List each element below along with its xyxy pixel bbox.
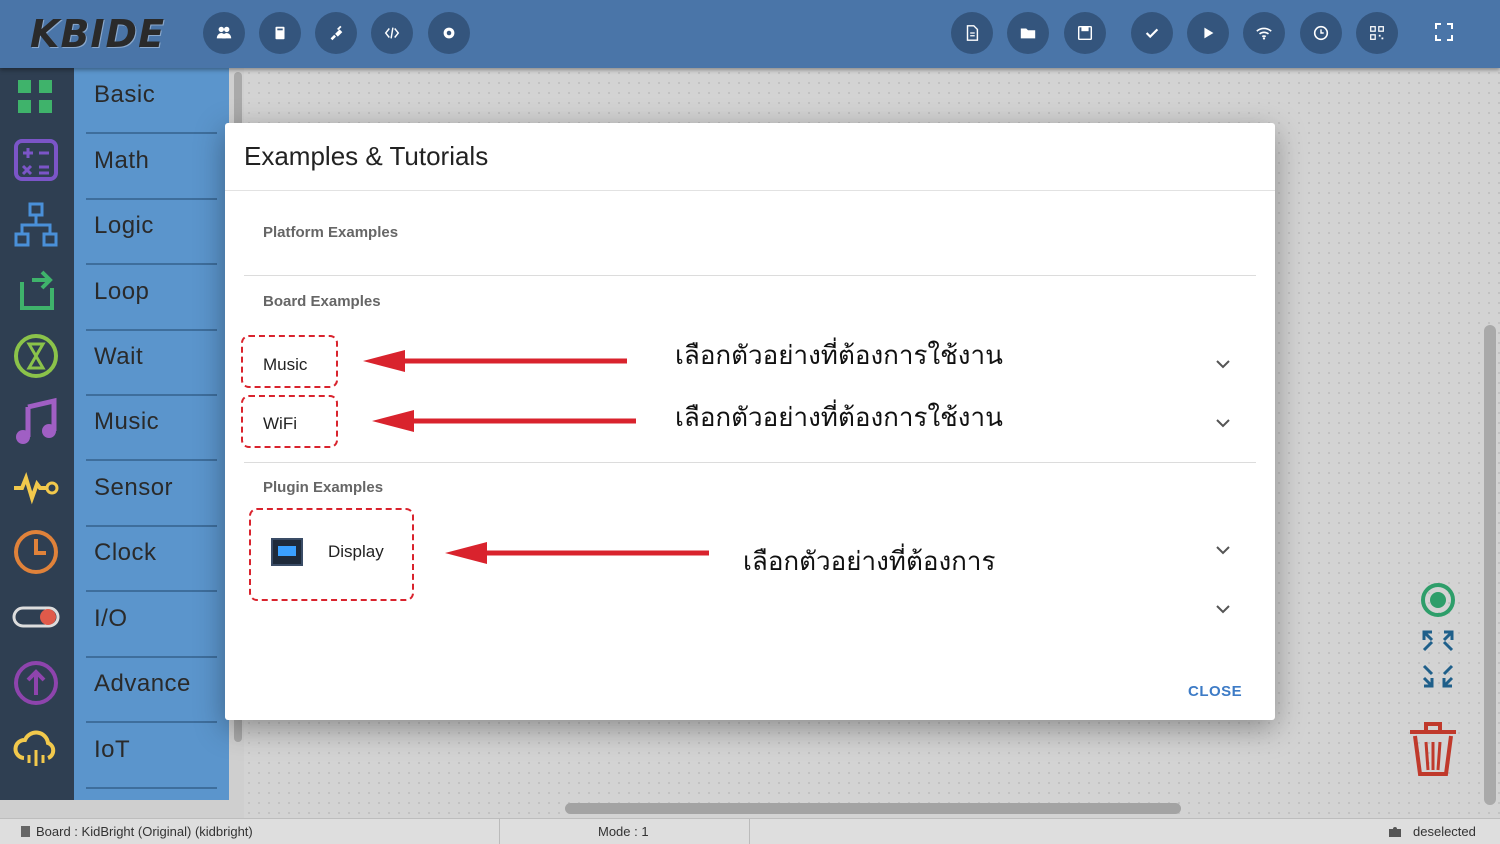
highlight-box-display — [249, 508, 414, 601]
category-label: Advance — [94, 670, 191, 697]
plugin-examples-heading: Plugin Examples — [263, 479, 384, 496]
status-bar: Board : KidBright (Original) (kidbright)… — [0, 818, 1500, 844]
chevron-down-icon[interactable] — [1215, 359, 1231, 369]
play-icon — [1204, 27, 1214, 39]
qr-icon — [1370, 26, 1384, 40]
arrow-left-icon — [445, 542, 709, 564]
annotation-note-wifi: เลือกตัวอย่างที่ต้องการใช้งาน — [675, 403, 1003, 433]
chevron-down-icon[interactable] — [1215, 418, 1231, 428]
close-button[interactable]: CLOSE — [1188, 683, 1242, 700]
sensor-wave-icon[interactable] — [12, 462, 60, 510]
app-logo: KBIDE — [30, 12, 166, 56]
fullscreen-icon[interactable] — [1434, 22, 1454, 42]
check-icon — [1145, 28, 1159, 39]
category-label: Wait — [94, 343, 144, 370]
arrow-left-icon — [372, 410, 636, 432]
selection-status: deselected — [1413, 824, 1476, 839]
title-divider — [225, 190, 1275, 191]
chevron-down-icon[interactable] — [1215, 545, 1231, 555]
section-divider — [244, 462, 1256, 463]
category-label: Sensor — [94, 474, 174, 501]
center-target-icon[interactable] — [1420, 582, 1456, 618]
open-folder-button[interactable] — [1007, 12, 1049, 54]
people-icon — [216, 26, 232, 39]
verify-button[interactable] — [1131, 12, 1173, 54]
top-toolbar: KBIDE — [0, 0, 1500, 68]
workspace-horizontal-scrollbar[interactable] — [565, 803, 1181, 814]
open-folder-icon — [1020, 28, 1036, 39]
code-button[interactable] — [371, 12, 413, 54]
plugin-button[interactable] — [315, 12, 357, 54]
trash-icon[interactable] — [1408, 720, 1458, 778]
save-button[interactable] — [1064, 12, 1106, 54]
category-label: I/O — [94, 605, 128, 632]
chevron-down-icon[interactable] — [1215, 604, 1231, 614]
new-file-icon — [966, 25, 979, 41]
grid-icon[interactable] — [12, 72, 60, 120]
calculator-icon[interactable] — [12, 136, 60, 184]
dialog-title: Examples & Tutorials — [244, 141, 489, 171]
category-advance[interactable]: Advance — [86, 657, 217, 723]
category-wait[interactable]: Wait — [86, 330, 217, 396]
settings-button[interactable] — [428, 12, 470, 54]
timer-button[interactable] — [1300, 12, 1342, 54]
category-io[interactable]: I/O — [86, 592, 217, 658]
annotation-note-music: เลือกตัวอย่างที่ต้องการใช้งาน — [675, 341, 1003, 371]
category-clock[interactable]: Clock — [86, 526, 217, 592]
board-icon — [275, 26, 285, 40]
category-label: Basic — [94, 81, 156, 108]
wifi-icon — [1256, 27, 1272, 40]
category-sensor[interactable]: Sensor — [86, 461, 217, 527]
hierarchy-icon[interactable] — [12, 201, 60, 249]
category-label: IoT — [94, 736, 131, 763]
cloud-icon[interactable] — [12, 724, 60, 772]
board-examples-heading: Board Examples — [263, 293, 381, 310]
zoom-in-icon[interactable] — [1420, 628, 1456, 654]
category-logic[interactable]: Logic — [86, 199, 217, 265]
wifi-button[interactable] — [1243, 12, 1285, 54]
category-label: Math — [94, 147, 150, 174]
plugin-icon — [330, 25, 343, 41]
category-basic[interactable]: Basic — [86, 68, 217, 134]
category-label: Logic — [94, 212, 154, 239]
category-loop[interactable]: Loop — [86, 265, 217, 331]
section-divider — [244, 275, 1256, 276]
run-button[interactable] — [1187, 12, 1229, 54]
category-label: Clock — [94, 539, 157, 566]
toggle-icon[interactable] — [12, 593, 60, 641]
arrow-left-icon — [363, 350, 627, 372]
category-list: Basic Math Logic Loop Wait Music Sensor … — [74, 68, 229, 800]
code-icon — [384, 27, 400, 39]
hourglass-icon[interactable] — [12, 332, 60, 380]
puzzle-piece-icon — [1389, 827, 1401, 837]
zoom-out-icon[interactable] — [1420, 662, 1456, 692]
clock-icon[interactable] — [12, 528, 60, 576]
new-file-button[interactable] — [951, 12, 993, 54]
timer-icon — [1313, 25, 1329, 41]
settings-icon — [443, 27, 455, 39]
category-math[interactable]: Math — [86, 134, 217, 200]
annotation-note-display: เลือกตัวอย่างที่ต้องการ — [743, 547, 996, 577]
examples-dialog: Examples & Tutorials Platform Examples B… — [225, 123, 1275, 720]
mode-status: Mode : 1 — [598, 824, 649, 839]
upload-arrow-icon[interactable] — [12, 659, 60, 707]
category-label: Loop — [94, 278, 150, 305]
people-button[interactable] — [203, 12, 245, 54]
category-icon-column — [0, 68, 74, 800]
highlight-box-wifi — [241, 395, 338, 448]
category-music[interactable]: Music — [86, 395, 217, 461]
save-icon — [1077, 25, 1093, 41]
category-label: Music — [94, 408, 160, 435]
workspace-vertical-scrollbar[interactable] — [1484, 325, 1496, 805]
qr-button[interactable] — [1356, 12, 1398, 54]
board-icon — [21, 826, 30, 837]
music-note-icon[interactable] — [12, 397, 60, 445]
category-iot[interactable]: IoT — [86, 723, 217, 789]
loop-icon[interactable] — [12, 266, 60, 314]
board-status: Board : KidBright (Original) (kidbright) — [36, 824, 253, 839]
highlight-box-music — [241, 335, 338, 388]
platform-examples-heading: Platform Examples — [263, 224, 399, 241]
board-button[interactable] — [259, 12, 301, 54]
